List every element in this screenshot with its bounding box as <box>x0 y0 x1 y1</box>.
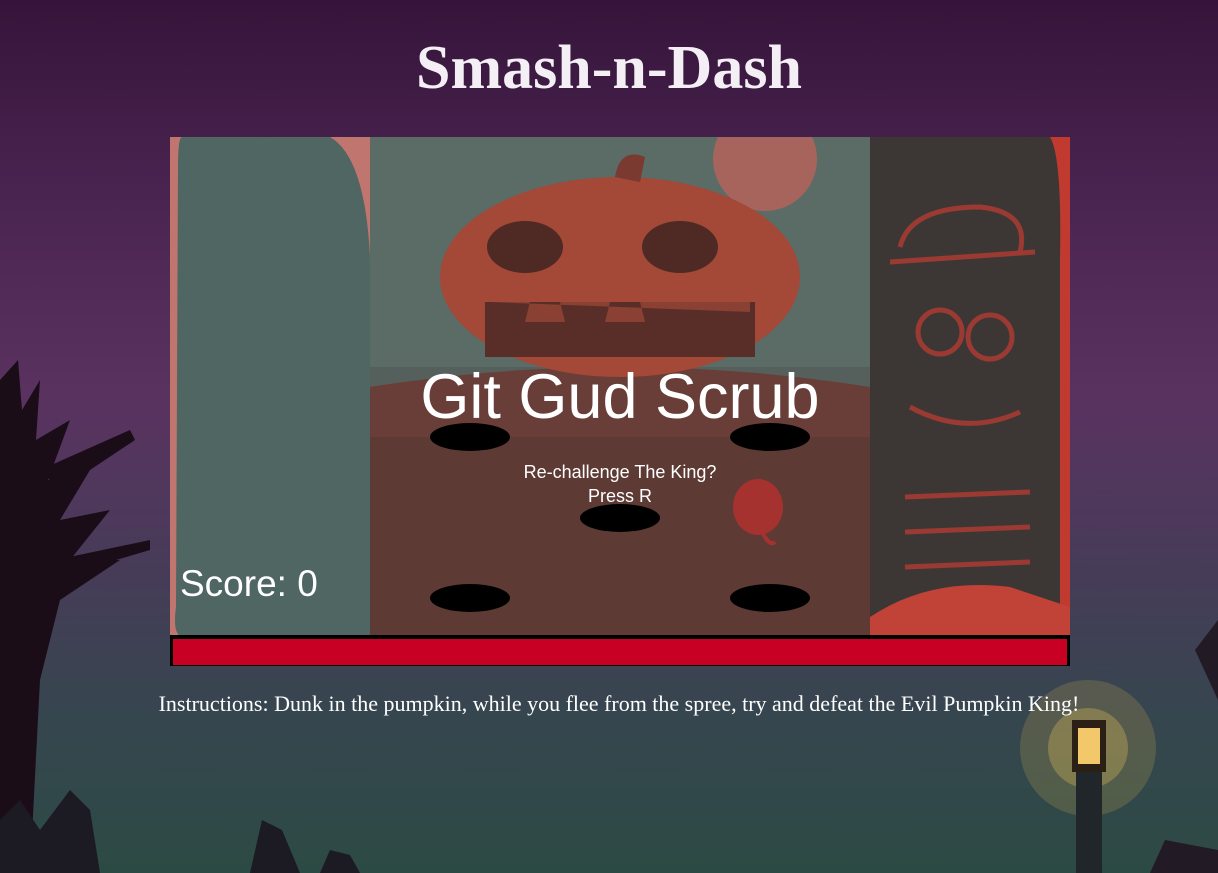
score-display: Score: 0 <box>180 563 318 604</box>
right-tree-branches <box>1150 620 1218 873</box>
hole-bottom-left <box>430 584 510 612</box>
rechallenge-prompt: Re-challenge The King? <box>523 462 717 482</box>
game-canvas[interactable]: Score: 0 Git Gud Scrub Re-challenge The … <box>170 137 1070 637</box>
page-title: Smash-n-Dash <box>416 34 802 102</box>
hole-center <box>580 504 660 532</box>
instructions-text: Instructions: Dunk in the pumpkin, while… <box>158 691 1080 716</box>
restart-key-hint: Press R <box>587 486 652 506</box>
gameover-title: Git Gud Scrub <box>420 362 820 432</box>
fence-silhouette <box>0 790 360 873</box>
health-bar-fill <box>173 639 1067 665</box>
hole-bottom-right <box>730 584 810 612</box>
health-bar <box>170 635 1070 666</box>
gameover-message: Re-challenge The King? Press R <box>170 460 1070 508</box>
